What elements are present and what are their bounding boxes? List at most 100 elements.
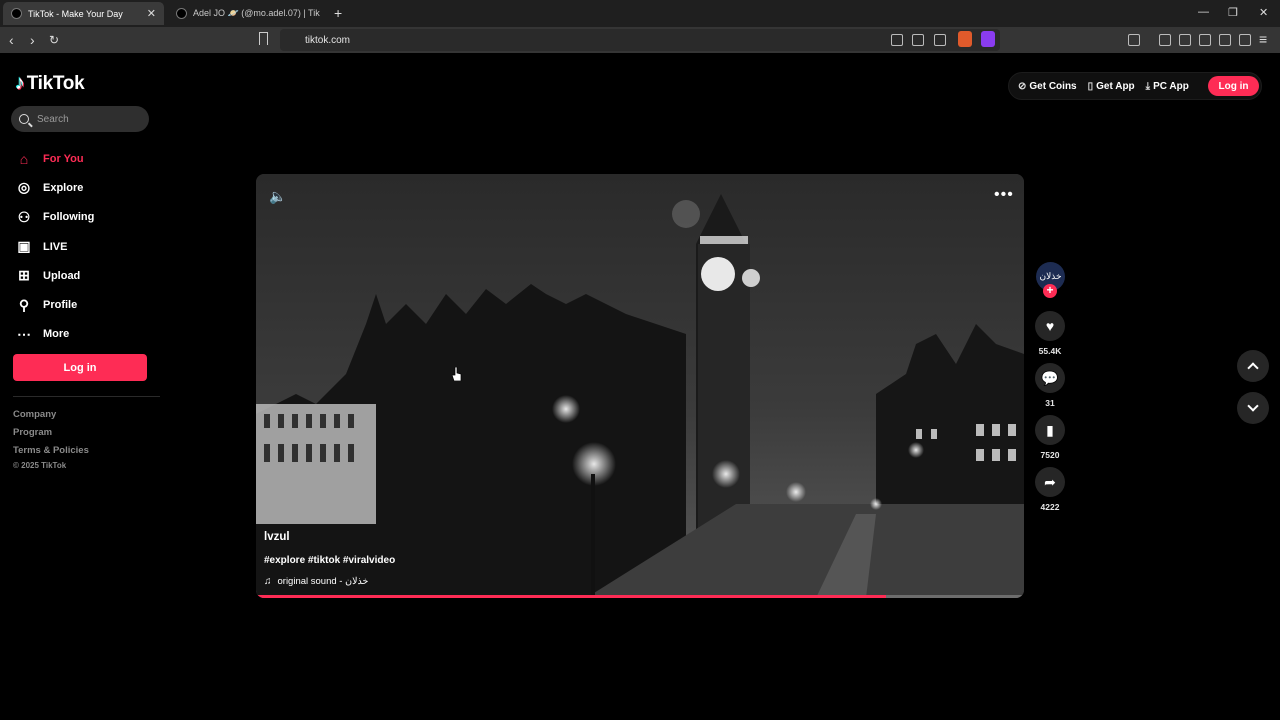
search-box[interactable] bbox=[11, 106, 149, 132]
profile-icon: ⚲ bbox=[18, 296, 30, 313]
media-icon[interactable] bbox=[1159, 34, 1171, 46]
footer-link-program[interactable]: Program bbox=[13, 426, 89, 444]
share-icon[interactable] bbox=[934, 34, 946, 46]
heart-icon: ♥ bbox=[1045, 318, 1055, 334]
sidebar-item-label: Following bbox=[43, 211, 95, 224]
sidebar-item-label: Profile bbox=[43, 299, 78, 312]
sidebar-footer: Company Program Terms & Policies bbox=[13, 408, 89, 462]
live-icon: ▣ bbox=[17, 238, 31, 255]
comment-icon: 💬 bbox=[1041, 369, 1059, 386]
side-panel-icon[interactable] bbox=[1179, 34, 1191, 46]
share-count: 4222 bbox=[1040, 502, 1060, 512]
volume-icon[interactable]: 🔈 bbox=[269, 188, 286, 205]
close-icon[interactable]: ✕ bbox=[147, 7, 156, 20]
get-coins-button[interactable]: ⊘ Get Coins bbox=[1018, 81, 1077, 92]
next-video-button[interactable] bbox=[1237, 392, 1269, 424]
wallet-icon[interactable] bbox=[1199, 34, 1211, 46]
sidebar-item-label: More bbox=[43, 328, 70, 341]
pc-app-button[interactable]: ⤓ PC App bbox=[1146, 81, 1189, 92]
more-options-icon[interactable]: ••• bbox=[994, 186, 1014, 204]
sidebar-item-following[interactable]: ⚇ Following bbox=[14, 203, 154, 232]
new-tab-button[interactable]: + bbox=[334, 5, 342, 21]
compass-icon: ◎ bbox=[17, 179, 31, 196]
video-sound[interactable]: ♫ original sound - خذلان bbox=[264, 576, 368, 587]
sidebar-item-label: Upload bbox=[43, 269, 81, 282]
get-app-button[interactable]: ▯ Get App bbox=[1088, 81, 1135, 92]
following-icon: ⚇ bbox=[17, 208, 31, 225]
tiktok-logo[interactable]: ♪ TikTok bbox=[15, 72, 85, 95]
sound-label: original sound - خذلان bbox=[277, 576, 369, 587]
back-icon[interactable]: ‹ bbox=[9, 32, 14, 48]
vpn-icon[interactable] bbox=[1239, 34, 1251, 46]
sidebar-item-live[interactable]: ▣ LIVE bbox=[14, 232, 154, 261]
translate-icon[interactable] bbox=[891, 34, 903, 46]
home-icon: ⌂ bbox=[19, 150, 29, 167]
reload-icon[interactable]: ↻ bbox=[49, 33, 59, 47]
like-count: 55.4K bbox=[1038, 346, 1062, 356]
logo-text: TikTok bbox=[26, 72, 85, 94]
more-icon: ⋯ bbox=[17, 325, 31, 342]
forward-icon[interactable]: › bbox=[30, 32, 35, 48]
video-author[interactable]: lvzul bbox=[264, 531, 290, 543]
sidebar-divider bbox=[13, 396, 160, 397]
leo-ai-icon[interactable] bbox=[1219, 34, 1231, 46]
footer-link-terms[interactable]: Terms & Policies bbox=[13, 444, 89, 462]
address-bar: ‹ › ↻ tiktok.com ≡ bbox=[0, 27, 1280, 53]
video-progress-fill bbox=[256, 595, 886, 598]
save-button[interactable]: ▮ bbox=[1035, 415, 1065, 445]
sidebar-item-more[interactable]: ⋯ More bbox=[14, 320, 154, 349]
brave-shields-icon[interactable] bbox=[958, 31, 972, 47]
share-button[interactable]: ➦ bbox=[1035, 467, 1065, 497]
tab-adel-profile[interactable]: Adel JO 🪐 (@mo.adel.07) | TikTok bbox=[168, 2, 328, 25]
sidebar-item-profile[interactable]: ⚲ Profile bbox=[14, 290, 154, 319]
sidebar-item-for-you[interactable]: ⌂ For You bbox=[14, 144, 154, 173]
bookmark-icon[interactable] bbox=[259, 32, 268, 45]
bookmark-icon: ▮ bbox=[1046, 421, 1054, 438]
minimize-button[interactable]: — bbox=[1198, 6, 1209, 18]
tab-title: Adel JO 🪐 (@mo.adel.07) | TikTok bbox=[193, 8, 320, 18]
sidebar-item-upload[interactable]: ⊞ Upload bbox=[14, 261, 154, 290]
sidebar-item-label: LIVE bbox=[43, 240, 68, 253]
video-hashtags[interactable]: #explore #tiktok #viralvideo bbox=[264, 555, 395, 566]
video-frame-image bbox=[256, 174, 1024, 598]
pc-app-label: PC App bbox=[1153, 80, 1189, 92]
tab-tiktok-home[interactable]: TikTok - Make Your Day ✕ bbox=[3, 2, 164, 25]
phone-icon: ▯ bbox=[1087, 80, 1094, 92]
upload-icon: ⊞ bbox=[18, 267, 30, 284]
coin-icon: ⊘ bbox=[1018, 80, 1027, 92]
restore-button[interactable]: ❐ bbox=[1228, 6, 1238, 19]
video-player[interactable]: 🔈 ••• lvzul #explore #tiktok #viralvideo… bbox=[256, 174, 1024, 598]
chevron-down-icon bbox=[1247, 400, 1259, 412]
cast-icon[interactable] bbox=[912, 34, 924, 46]
tiktok-favicon-icon bbox=[11, 8, 22, 19]
brave-rewards-icon[interactable] bbox=[981, 31, 995, 47]
sidebar-item-explore[interactable]: ◎ Explore bbox=[14, 173, 154, 202]
header-login-button[interactable]: Log in bbox=[1208, 76, 1259, 96]
sidebar-toggle-icon[interactable] bbox=[1128, 34, 1140, 46]
browser-tab-bar: TikTok - Make Your Day ✕ Adel JO 🪐 (@mo.… bbox=[0, 0, 1280, 27]
follow-button[interactable]: + bbox=[1043, 284, 1057, 298]
share-arrow-icon: ➦ bbox=[1044, 473, 1056, 490]
tiktok-favicon-icon bbox=[176, 8, 187, 19]
sidebar-login-button[interactable]: Log in bbox=[13, 354, 147, 381]
window-close-button[interactable]: ✕ bbox=[1259, 6, 1268, 19]
tab-title: TikTok - Make Your Day bbox=[28, 8, 123, 19]
like-button[interactable]: ♥ bbox=[1035, 311, 1065, 341]
copyright: © 2025 TikTok bbox=[13, 461, 67, 470]
get-coins-label: Get Coins bbox=[1029, 80, 1077, 92]
footer-link-company[interactable]: Company bbox=[13, 408, 89, 426]
video-progress-bar[interactable] bbox=[256, 595, 1024, 598]
search-input[interactable] bbox=[37, 113, 137, 125]
comment-button[interactable]: 💬 bbox=[1035, 363, 1065, 393]
previous-video-button[interactable] bbox=[1237, 350, 1269, 382]
menu-icon[interactable]: ≡ bbox=[1259, 31, 1267, 47]
sidebar-item-label: Explore bbox=[43, 181, 84, 194]
sidebar-item-label: For You bbox=[43, 152, 84, 165]
mouse-cursor-icon bbox=[452, 367, 462, 381]
get-app-label: Get App bbox=[1096, 80, 1135, 92]
tiktok-note-icon: ♪ bbox=[15, 72, 25, 94]
sidebar-nav: ⌂ For You ◎ Explore ⚇ Following ▣ LIVE ⊞… bbox=[14, 144, 154, 349]
comment-count: 31 bbox=[1045, 398, 1055, 408]
music-note-icon: ♫ bbox=[264, 576, 272, 587]
chevron-up-icon bbox=[1247, 362, 1259, 374]
